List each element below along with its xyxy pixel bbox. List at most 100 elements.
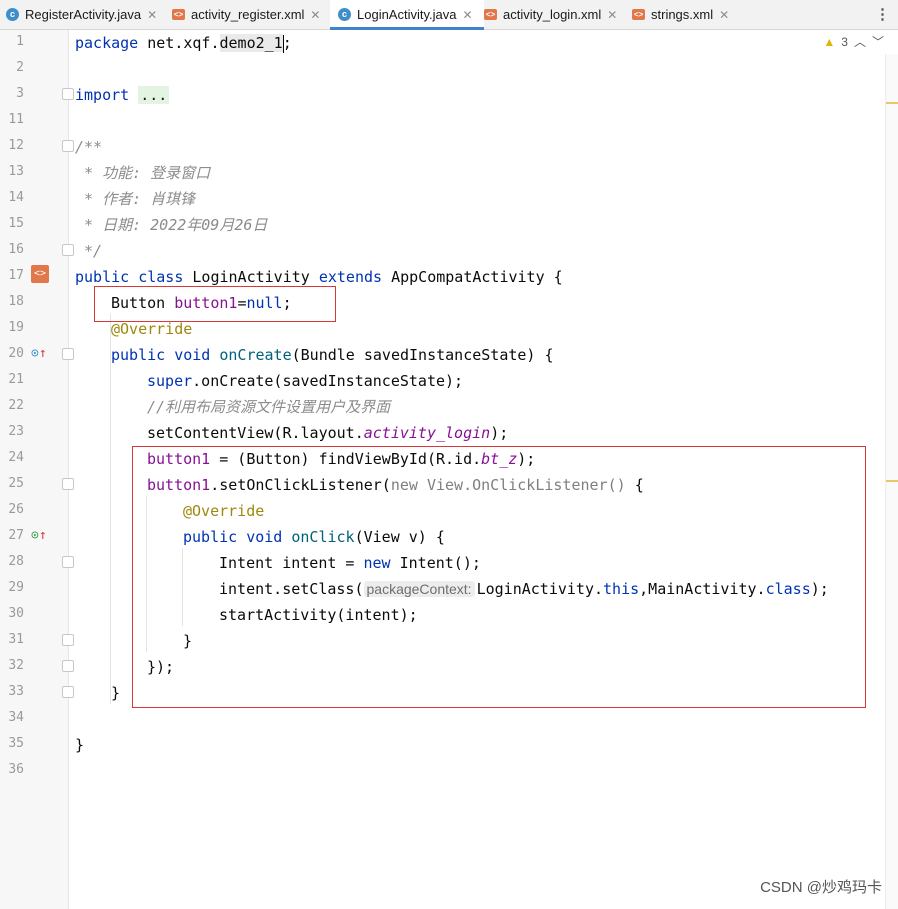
fold-toggle-icon[interactable] xyxy=(62,348,74,360)
semicolon: ; xyxy=(282,34,292,52)
tab-label: activity_register.xml xyxy=(191,7,305,22)
fold-toggle-icon[interactable] xyxy=(62,634,74,646)
keyword: package xyxy=(75,34,139,52)
tab-activity-register-xml[interactable]: <> activity_register.xml ✕ xyxy=(172,0,330,29)
code-line-22: //利用布局资源文件设置用户及界面 xyxy=(147,398,391,416)
watermark: CSDN @炒鸡玛卡 xyxy=(760,879,882,896)
xml-icon: <> xyxy=(484,9,497,20)
tab-label: RegisterActivity.java xyxy=(25,7,142,22)
highlight-box xyxy=(132,446,866,708)
line-number: 17 xyxy=(8,268,24,283)
tab-label: strings.xml xyxy=(651,7,714,22)
line-number: 26 xyxy=(8,502,24,517)
code-line-1: package net.xqf.demo2_1; xyxy=(75,30,292,56)
warning-count: 3 xyxy=(841,34,848,49)
fold-toggle-icon[interactable] xyxy=(62,478,74,490)
line-number: 35 xyxy=(8,736,24,751)
resource-id: activity_login xyxy=(363,424,491,442)
close-icon[interactable]: ✕ xyxy=(147,8,157,22)
code-line-35: } xyxy=(75,736,85,754)
chevron-down-icon[interactable]: ﹀ xyxy=(872,33,884,50)
code-line-21: super.onCreate(savedInstanceState); xyxy=(147,368,463,394)
fold-toggle-icon[interactable] xyxy=(62,244,74,256)
call: setContentView(R.layout. xyxy=(147,424,364,442)
warning-marker[interactable] xyxy=(886,480,898,482)
keyword: super xyxy=(147,372,193,390)
line-number: 12 xyxy=(8,138,24,153)
line-number: 11 xyxy=(8,112,24,127)
close-icon[interactable]: ✕ xyxy=(310,8,320,22)
line-number: 2 xyxy=(16,60,24,75)
editor-tab-bar: c RegisterActivity.java ✕ <> activity_re… xyxy=(0,0,898,30)
close-icon[interactable]: ✕ xyxy=(462,8,472,22)
xml-icon: <> xyxy=(172,9,185,20)
tab-label: LoginActivity.java xyxy=(357,7,457,22)
method-name: onCreate xyxy=(219,346,292,364)
tab-registeractivity-java[interactable]: c RegisterActivity.java ✕ xyxy=(6,0,166,29)
editor-scrollbar[interactable] xyxy=(885,54,898,909)
line-number: 34 xyxy=(8,710,24,725)
tab-strings-xml[interactable]: <> strings.xml ✕ xyxy=(632,0,736,29)
line-number: 28 xyxy=(8,554,24,569)
line-number: 3 xyxy=(16,86,24,101)
override-method-icon[interactable]: ⊙↑ xyxy=(31,346,47,361)
keyword: extends xyxy=(318,268,383,286)
indent-guide xyxy=(110,314,111,704)
superclass: AppCompatActivity { xyxy=(382,268,563,286)
line-number: 23 xyxy=(8,424,24,439)
line-number: 22 xyxy=(8,398,24,413)
line-number: 16 xyxy=(8,242,24,257)
close-icon[interactable]: ✕ xyxy=(719,8,729,22)
fold-toggle-icon[interactable] xyxy=(62,660,74,672)
package-name: demo2_1 xyxy=(219,34,283,52)
line-number: 24 xyxy=(8,450,24,465)
highlight-box xyxy=(94,286,336,322)
line-number: 25 xyxy=(8,476,24,491)
line-number: 36 xyxy=(8,762,24,777)
more-tabs-icon[interactable]: ⋮ xyxy=(875,5,890,23)
call: .onCreate(savedInstanceState); xyxy=(192,372,464,390)
inspection-widget[interactable]: ▲ 3 ︿ ﹀ xyxy=(823,33,884,50)
line-number: 18 xyxy=(8,294,24,309)
keyword: public class xyxy=(75,268,184,286)
code-line-12: /** xyxy=(75,138,103,156)
layout-xml-icon[interactable]: <> xyxy=(31,265,49,283)
code-line-16: */ xyxy=(75,242,103,260)
code-line-3: import ... xyxy=(75,82,170,108)
keyword: import xyxy=(75,86,130,104)
fold-toggle-icon[interactable] xyxy=(62,88,74,100)
line-number: 15 xyxy=(8,216,24,231)
line-number: 19 xyxy=(8,320,24,335)
xml-icon: <> xyxy=(632,9,645,20)
class-icon: c xyxy=(6,8,19,21)
code-line-14: * 作者: 肖琪锋 xyxy=(75,190,196,208)
fold-toggle-icon[interactable] xyxy=(62,140,74,152)
fold-toggle-icon[interactable] xyxy=(62,556,74,568)
code-line-15: * 日期: 2022年09月26日 xyxy=(75,216,268,234)
code-line-13: * 功能: 登录窗口 xyxy=(75,164,211,182)
code-line-20: public void onCreate(Bundle savedInstanc… xyxy=(111,342,554,368)
line-number: 27 xyxy=(8,528,24,543)
line-number: 14 xyxy=(8,190,24,205)
line-number: 33 xyxy=(8,684,24,699)
chevron-up-icon[interactable]: ︿ xyxy=(854,33,866,50)
implement-method-icon[interactable]: ⊙↑ xyxy=(31,528,47,543)
warning-marker[interactable] xyxy=(886,102,898,104)
tab-loginactivity-java[interactable]: c LoginActivity.java ✕ xyxy=(330,0,484,30)
tab-activity-login-xml[interactable]: <> activity_login.xml ✕ xyxy=(484,0,630,29)
line-number: 13 xyxy=(8,164,24,179)
punct: ); xyxy=(490,424,509,442)
collapsed-imports[interactable]: ... xyxy=(138,86,170,104)
code-editor[interactable]: package net.xqf.demo2_1; import ... /** … xyxy=(75,30,829,754)
line-number: 20 xyxy=(8,346,24,361)
class-icon: c xyxy=(338,8,351,21)
code-line-33: } xyxy=(111,684,121,702)
line-number: 1 xyxy=(16,34,24,49)
close-icon[interactable]: ✕ xyxy=(607,8,617,22)
line-number: 32 xyxy=(8,658,24,673)
package-path: net.xqf. xyxy=(138,34,220,52)
fold-toggle-icon[interactable] xyxy=(62,686,74,698)
editor-gutter[interactable]: 1 2 3 11 12 13 14 15 16 17 18 19 20 21 2… xyxy=(0,30,74,909)
keyword: public void xyxy=(111,346,220,364)
params: (Bundle savedInstanceState) { xyxy=(291,346,554,364)
